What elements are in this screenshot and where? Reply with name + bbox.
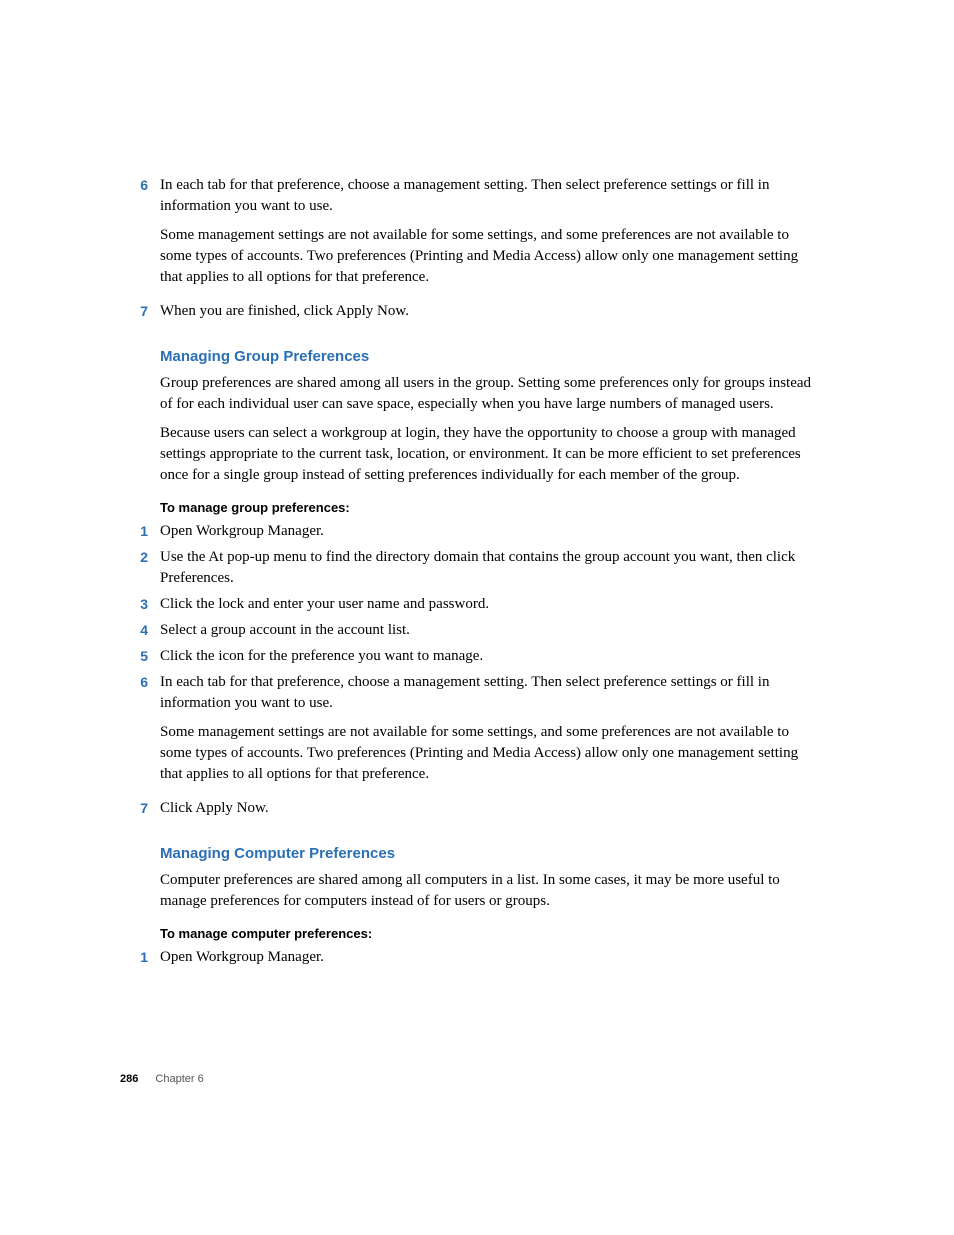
step-para: Click the icon for the preference you wa… <box>160 646 483 667</box>
section-heading: Managing Computer Preferences <box>160 845 824 862</box>
step-number: 6 <box>120 175 160 196</box>
section-heading: Managing Group Preferences <box>160 348 824 365</box>
step-para: Some management settings are not availab… <box>160 225 824 288</box>
step-para: Select a group account in the account li… <box>160 620 410 641</box>
subheading: To manage group preferences: <box>160 500 824 515</box>
step-6: 6 In each tab for that preference, choos… <box>120 175 824 296</box>
top-steps: 6 In each tab for that preference, choos… <box>120 175 824 322</box>
step-7: 7 When you are finished, click Apply Now… <box>120 301 824 322</box>
step-6: 6 In each tab for that preference, choos… <box>120 672 824 793</box>
step-para: When you are finished, click Apply Now. <box>160 301 409 322</box>
step-content: When you are finished, click Apply Now. <box>160 301 409 322</box>
step-para: Use the At pop-up menu to find the direc… <box>160 547 824 589</box>
step-1: 1 Open Workgroup Manager. <box>120 947 824 968</box>
step-number: 2 <box>120 547 160 568</box>
step-5: 5 Click the icon for the preference you … <box>120 646 824 667</box>
subheading: To manage computer preferences: <box>160 926 824 941</box>
step-7: 7 Click Apply Now. <box>120 798 824 819</box>
step-para: In each tab for that preference, choose … <box>160 672 824 714</box>
step-para: Open Workgroup Manager. <box>160 521 324 542</box>
section-para: Group preferences are shared among all u… <box>160 373 824 415</box>
step-number: 6 <box>120 672 160 693</box>
step-2: 2 Use the At pop-up menu to find the dir… <box>120 547 824 589</box>
step-3: 3 Click the lock and enter your user nam… <box>120 594 824 615</box>
step-number: 3 <box>120 594 160 615</box>
step-number: 4 <box>120 620 160 641</box>
chapter-label: Chapter 6 <box>155 1073 203 1085</box>
step-para: Click Apply Now. <box>160 798 269 819</box>
section-group-preferences: Managing Group Preferences Group prefere… <box>160 348 824 515</box>
page-number: 286 <box>120 1073 138 1085</box>
step-para: Some management settings are not availab… <box>160 722 824 785</box>
document-page: 6 In each tab for that preference, choos… <box>0 0 954 1235</box>
step-content: In each tab for that preference, choose … <box>160 175 824 296</box>
step-number: 1 <box>120 521 160 542</box>
computer-steps: 1 Open Workgroup Manager. <box>120 947 824 968</box>
step-number: 7 <box>120 301 160 322</box>
step-number: 1 <box>120 947 160 968</box>
step-number: 5 <box>120 646 160 667</box>
section-computer-preferences: Managing Computer Preferences Computer p… <box>160 845 824 941</box>
step-number: 7 <box>120 798 160 819</box>
group-steps: 1 Open Workgroup Manager. 2 Use the At p… <box>120 521 824 819</box>
step-4: 4 Select a group account in the account … <box>120 620 824 641</box>
section-para: Computer preferences are shared among al… <box>160 870 824 912</box>
step-1: 1 Open Workgroup Manager. <box>120 521 824 542</box>
step-para: Click the lock and enter your user name … <box>160 594 489 615</box>
step-content: In each tab for that preference, choose … <box>160 672 824 793</box>
step-para: Open Workgroup Manager. <box>160 947 324 968</box>
page-footer: 286 Chapter 6 <box>120 1073 204 1085</box>
step-para: In each tab for that preference, choose … <box>160 175 824 217</box>
section-para: Because users can select a workgroup at … <box>160 423 824 486</box>
